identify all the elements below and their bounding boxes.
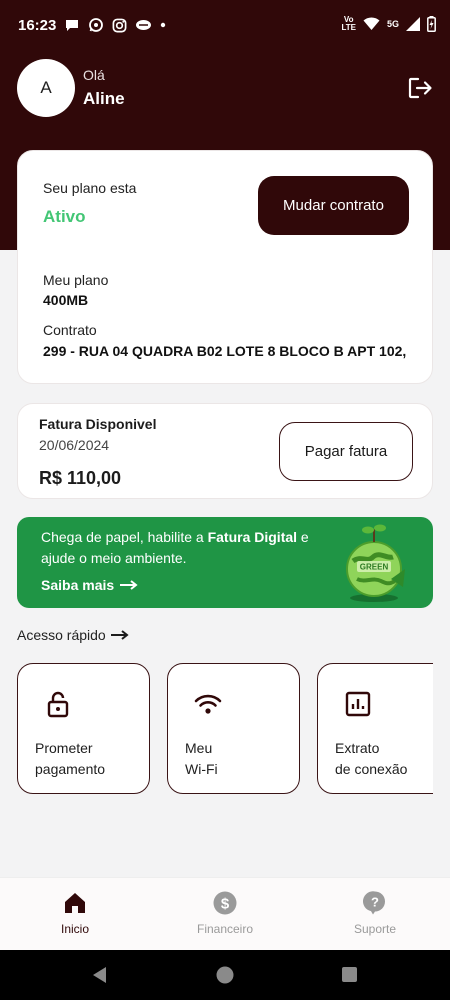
- whatsapp-icon: [89, 18, 103, 32]
- chat-icon: [66, 20, 78, 31]
- plan-status-label: Seu plano esta: [43, 180, 137, 196]
- nav-item-financial[interactable]: $ Financeiro: [150, 878, 300, 951]
- svg-text:?: ?: [371, 895, 379, 910]
- wifi-icon: [194, 694, 222, 714]
- banner-text: Chega de papel, habilite a Fatura Digita…: [41, 527, 331, 569]
- quick-card-my-wifi[interactable]: Meu Wi-Fi: [167, 663, 300, 794]
- quick-card-label-line1: Extrato: [335, 740, 380, 756]
- nav-item-support[interactable]: ? Suporte: [300, 878, 450, 951]
- pay-invoice-button[interactable]: Pagar fatura: [279, 422, 413, 481]
- quick-card-label: Extrato de conexão: [335, 738, 407, 780]
- plan-label: Meu plano: [43, 272, 109, 288]
- quick-card-label-line1: Meu: [185, 740, 213, 756]
- volte-line2: LTE: [341, 23, 356, 32]
- status-bar: 16:23 Vo LTE 5G: [0, 0, 450, 52]
- network-type: 5G: [386, 19, 399, 29]
- arrow-right-icon: [110, 630, 129, 640]
- quick-card-label-line2: de conexão: [335, 761, 408, 777]
- quick-card-label-line2: Wi-Fi: [185, 761, 218, 777]
- plan-card: Seu plano esta Ativo Mudar contrato Meu …: [17, 150, 433, 384]
- home-icon: [65, 893, 85, 913]
- user-name: Aline: [83, 89, 125, 108]
- system-navigation-bar: [0, 950, 450, 1000]
- signal-icon: [406, 17, 420, 31]
- green-label: GREEN: [360, 563, 389, 572]
- dollar-icon: $: [213, 891, 237, 915]
- status-time: 16:23: [18, 17, 57, 34]
- bottom-navigation: Inicio $ Financeiro ? Suporte: [0, 877, 450, 950]
- quick-access-label: Acesso rápido: [17, 627, 106, 643]
- quick-card-label: Prometer pagamento: [35, 738, 105, 780]
- help-icon: ?: [362, 891, 385, 915]
- plan-value: 400MB: [43, 292, 89, 308]
- recents-icon[interactable]: [342, 967, 357, 982]
- quick-access-row[interactable]: Prometer pagamento Meu Wi-Fi Extrato de …: [0, 663, 433, 795]
- nav-item-home[interactable]: Inicio: [0, 878, 150, 951]
- banner-text-before: Chega de papel, habilite a: [41, 529, 208, 545]
- quick-access-title[interactable]: Acesso rápido: [17, 627, 129, 643]
- avatar[interactable]: A: [17, 59, 75, 117]
- nav-label-financial: Financeiro: [196, 922, 254, 936]
- plan-status-value: Ativo: [43, 207, 86, 226]
- notification-icons: [64, 17, 166, 33]
- change-contract-button[interactable]: Mudar contrato: [258, 176, 409, 235]
- nav-label-support: Suporte: [353, 922, 397, 936]
- battery-icon: [427, 16, 436, 32]
- svg-text:$: $: [221, 896, 230, 913]
- nav-label-home: Inicio: [60, 922, 89, 936]
- contract-value: 299 - RUA 04 QUADRA B02 LOTE 8 BLOCO B A…: [43, 343, 407, 359]
- quick-card-promise-payment[interactable]: Prometer pagamento: [17, 663, 150, 794]
- back-icon[interactable]: [91, 966, 107, 984]
- lock-icon: [47, 691, 69, 718]
- home-button-icon[interactable]: [216, 966, 234, 984]
- chart-icon: [345, 691, 371, 717]
- logout-icon[interactable]: [407, 76, 433, 100]
- system-indicators: Vo LTE 5G: [341, 16, 436, 32]
- invoice-amount: R$ 110,00: [39, 468, 122, 488]
- quick-card-label-line2: pagamento: [35, 761, 106, 777]
- wifi-icon: [363, 17, 380, 30]
- greeting-text: Olá: [83, 67, 105, 83]
- contract-label: Contrato: [43, 322, 97, 338]
- dot-icon: [160, 22, 166, 28]
- invoice-title: Fatura Disponivel: [39, 416, 157, 432]
- instagram-icon: [112, 18, 127, 32]
- volte-indicator: Vo LTE: [341, 16, 356, 32]
- invoice-card: Fatura Disponivel 20/06/2024 R$ 110,00 P…: [17, 403, 433, 499]
- green-globe-icon: GREEN: [346, 524, 405, 602]
- cup-icon: [136, 19, 151, 30]
- learn-more-link[interactable]: Saiba mais: [41, 577, 138, 593]
- banner-text-bold: Fatura Digital: [207, 529, 298, 545]
- arrow-right-icon: [120, 580, 138, 590]
- quick-card-connection-statement[interactable]: Extrato de conexão: [317, 663, 433, 794]
- digital-invoice-banner[interactable]: Chega de papel, habilite a Fatura Digita…: [17, 517, 433, 608]
- learn-more-label: Saiba mais: [41, 577, 115, 593]
- quick-card-label-line1: Prometer: [35, 740, 93, 756]
- invoice-date: 20/06/2024: [39, 437, 110, 453]
- quick-card-label: Meu Wi-Fi: [185, 738, 218, 780]
